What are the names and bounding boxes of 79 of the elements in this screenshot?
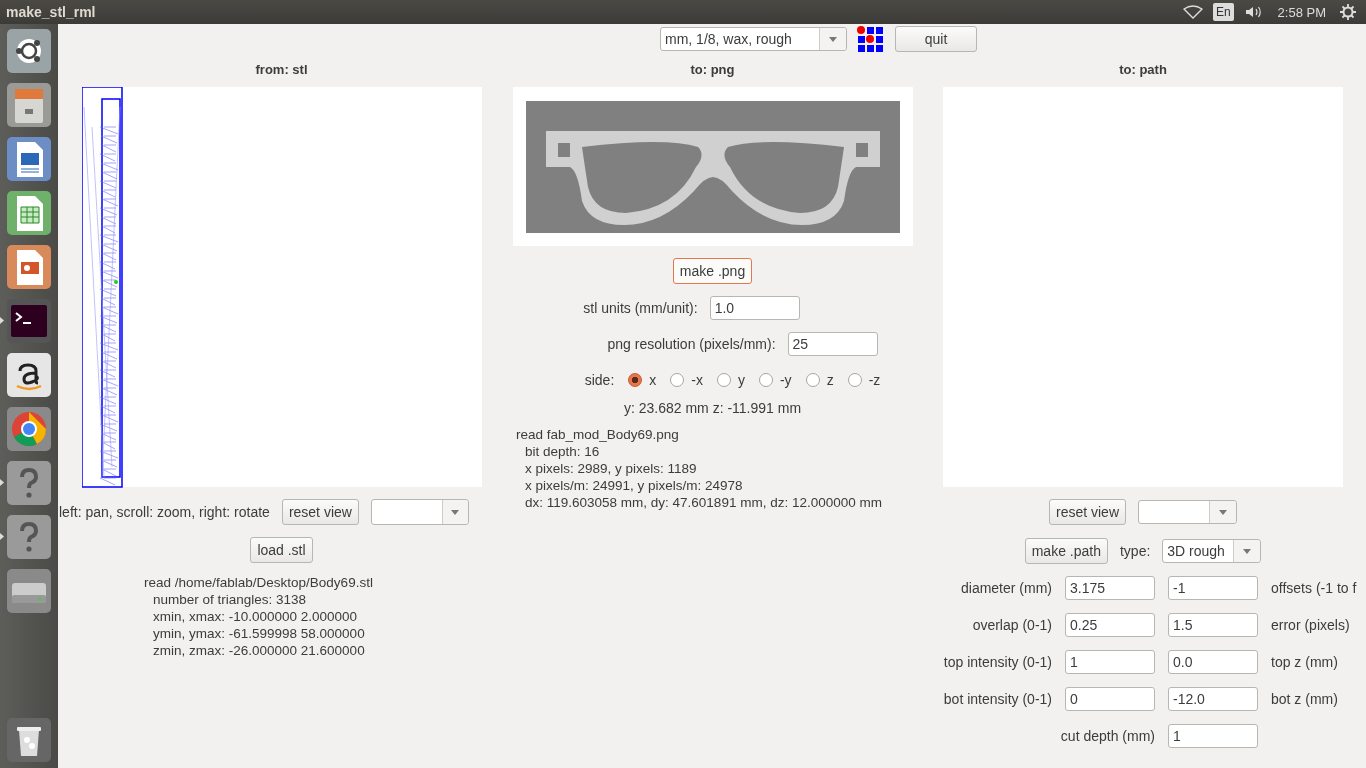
field-label: diameter (mm) (961, 580, 1052, 596)
reset-view-button[interactable]: reset view (281, 499, 359, 525)
field-label: cut depth (mm) (1060, 728, 1155, 744)
volume-icon (1243, 5, 1264, 19)
trash-icon[interactable] (7, 718, 51, 762)
caret-icon (1243, 548, 1252, 554)
clock[interactable]: 2:58 PM (1277, 4, 1326, 20)
text-field[interactable]: 3.175 (1065, 576, 1155, 600)
make-png-button[interactable]: make .png (672, 258, 753, 284)
text-field[interactable]: 1.0 (709, 296, 800, 320)
preset-dropdown[interactable]: mm, 1/8, wax, rough (660, 27, 847, 51)
type-dropdown[interactable]: 3D rough (1162, 539, 1262, 563)
document-icon[interactable] (7, 137, 51, 181)
make-path-button[interactable]: make .path (1024, 538, 1108, 564)
power-gear-icon (1340, 4, 1356, 20)
info-text: xmin, xmax: -10.000000 2.000000 (152, 608, 359, 625)
text-field[interactable]: 0.25 (1065, 613, 1155, 637)
info-text: x pixels: 2989, y pixels: 1189 (524, 460, 698, 477)
radio-button[interactable]: -x (670, 372, 703, 388)
field-label: side: (584, 372, 615, 388)
info-text: zmin, zmax: -26.000000 21.600000 (152, 642, 366, 659)
info-text: read fab_mod_Body69.png (516, 426, 680, 443)
radio-button[interactable]: z (805, 372, 834, 388)
field-label: bot z (mm) (1271, 691, 1339, 707)
load-stl-button[interactable]: load .stl (250, 537, 313, 563)
quit-button[interactable]: quit (895, 26, 977, 52)
presentation-icon[interactable] (7, 245, 51, 289)
caret-icon (451, 509, 460, 515)
text-field[interactable]: 0 (1065, 687, 1155, 711)
info-text: x pixels/m: 24991, y pixels/m: 24978 (524, 477, 744, 494)
terminal-icon[interactable] (7, 299, 51, 343)
text-field[interactable]: -12.0 (1168, 687, 1258, 711)
caret-icon (829, 36, 837, 42)
panel-heading: to: path (1119, 62, 1167, 78)
question-mark-icon[interactable] (7, 461, 51, 505)
info-text: ymin, ymax: -61.599998 58.000000 (152, 625, 366, 642)
keyboard-indicator[interactable]: En (1212, 3, 1234, 21)
grid-logo-icon (857, 26, 883, 52)
reset-view-button[interactable]: reset view (1049, 499, 1126, 525)
text-field[interactable]: 0.0 (1168, 650, 1258, 674)
hint-text: left: pan, scroll: zoom, right: rotate (59, 504, 270, 520)
spreadsheet-icon[interactable] (7, 191, 51, 235)
field-label: stl units (mm/unit): (583, 300, 698, 316)
stl-view[interactable] (81, 87, 482, 487)
radio-button[interactable]: x (628, 372, 657, 388)
text-field[interactable]: 1 (1168, 724, 1258, 748)
text-field[interactable]: 25 (787, 332, 878, 356)
coordinates-text: y: 23.682 mm z: -11.991 mm (623, 400, 802, 416)
view-dropdown[interactable] (1138, 500, 1237, 524)
question-mark-icon[interactable] (7, 515, 51, 559)
wifi-icon (1182, 5, 1203, 19)
file-cabinet-icon[interactable] (7, 83, 51, 127)
browser-icon[interactable] (7, 407, 51, 451)
text-field[interactable]: 1 (1065, 650, 1155, 674)
dash-icon[interactable] (7, 29, 51, 73)
info-text: read /home/fablab/Desktop/Body69.stl (144, 574, 373, 591)
field-label: type: (1119, 543, 1151, 559)
shopping-icon[interactable] (7, 353, 51, 397)
field-label: overlap (0-1) (972, 617, 1052, 633)
view-dropdown[interactable] (370, 499, 469, 525)
hard-drive-icon[interactable] (7, 569, 51, 613)
field-label: top intensity (0-1) (943, 654, 1052, 670)
text-field[interactable]: 1.5 (1168, 613, 1258, 637)
field-label: bot intensity (0-1) (943, 691, 1052, 707)
caret-icon (1219, 509, 1227, 515)
radio-button[interactable]: -z (847, 372, 881, 388)
window-title: make_stl_rml (6, 4, 96, 20)
field-label: top z (mm) (1271, 654, 1339, 670)
radio-button[interactable]: y (716, 372, 745, 388)
panel-heading: from: stl (255, 62, 308, 78)
field-label: png resolution (pixels/mm): (607, 336, 776, 352)
field-label: error (pixels) (1271, 617, 1351, 633)
info-text: number of triangles: 3138 (152, 591, 308, 608)
text-field[interactable]: -1 (1168, 576, 1258, 600)
info-text: dx: 119.603058 mm, dy: 47.601891 mm, dz: 12.000000 mm (524, 494, 882, 511)
radio-button[interactable]: -y (758, 372, 792, 388)
info-text: bit depth: 16 (524, 443, 601, 460)
panel-heading: to: png (690, 62, 735, 78)
field-label: offsets (-1 to f (1271, 580, 1358, 596)
